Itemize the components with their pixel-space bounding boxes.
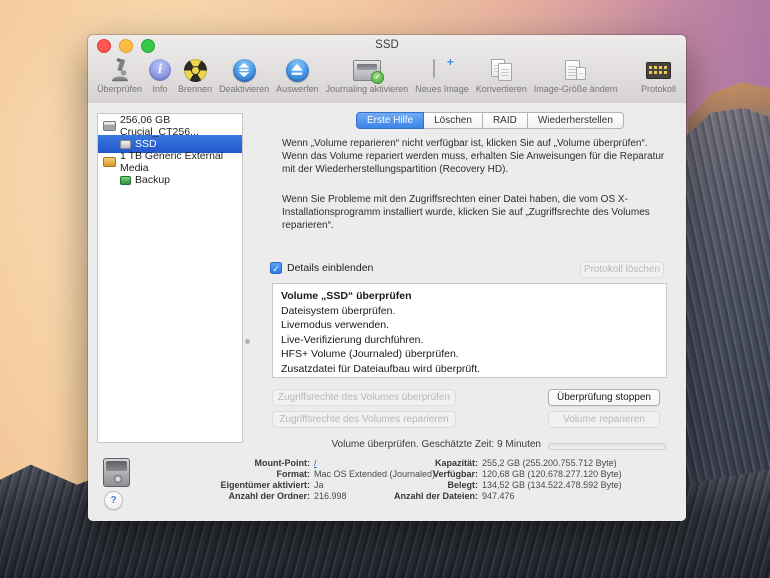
info-row-available: Verfügbar: 120,68 GB (120.678.277.120 By… <box>328 468 622 479</box>
log-line: Live-Verifizierung durchführen. <box>281 333 424 346</box>
toolbar-label: Image-Größe ändern <box>533 84 618 94</box>
repair-permissions-button[interactable]: Zugriffsrechte des Volumes reparieren <box>272 411 456 428</box>
log-line: HFS+ Volume (Journaled) überprüfen. <box>281 348 459 360</box>
toolbar: Überprüfen i Info Brennen Deaktivieren A… <box>88 55 686 102</box>
resize-image-toolbar-button[interactable]: Image-Größe ändern <box>534 57 618 94</box>
info-value: 120,68 GB (120.678.277.120 Byte) <box>482 468 622 479</box>
convert-icon <box>489 57 513 83</box>
info-label: Belegt: <box>447 479 478 490</box>
toolbar-label: Überprüfen <box>97 84 143 94</box>
toolbar-label: Protokoll <box>640 84 676 94</box>
toolbar-label: Neues Image <box>415 84 469 94</box>
toolbar-label: Auswerfen <box>276 84 319 94</box>
enable-journaling-icon: ✓ <box>352 57 384 84</box>
info-value: 255,2 GB (255.200.755.712 Byte) <box>482 457 617 468</box>
window-title: SSD <box>375 39 399 51</box>
convert-toolbar-button[interactable]: Konvertieren <box>476 57 527 94</box>
show-details-row: ✓ Details einblenden <box>270 262 373 274</box>
info-row-capacity: Kapazität: 255,2 GB (255.200.755.712 Byt… <box>328 457 622 468</box>
repair-volume-button[interactable]: Volume reparieren <box>548 411 660 428</box>
tab-bar: Erste Hilfe Löschen RAID Wiederherstelle… <box>356 112 624 129</box>
info-label: Kapazität: <box>434 457 478 468</box>
log-line: Volume „SSD“ überprüfen <box>281 290 412 302</box>
unmount-toolbar-button[interactable]: Deaktivieren <box>219 57 269 94</box>
info-label: Verfügbar: <box>432 468 478 479</box>
help-button[interactable]: ? <box>104 491 123 510</box>
info-icon: i <box>149 57 172 83</box>
toolbar-label: Journaling aktivieren <box>325 84 409 94</box>
sidebar-item-label: Backup <box>135 174 171 186</box>
info-value: 134,52 GB (134.522.478.592 Byte) <box>482 479 622 490</box>
tab-loeschen[interactable]: Löschen <box>424 112 483 129</box>
toolbar-label: Info <box>152 84 168 94</box>
info-label: Mount-Point: <box>254 457 310 468</box>
resize-image-icon <box>564 57 588 83</box>
log-line: Dateisystem überprüfen. <box>281 304 396 317</box>
microscope-icon <box>110 57 130 83</box>
disk-utility-window: SSD Überprüfen i Info Brennen Deaktivier… <box>88 35 686 521</box>
tab-wiederherstellen[interactable]: Wiederherstellen <box>527 112 624 129</box>
internal-disk-icon <box>103 121 116 131</box>
tab-raid[interactable]: RAID <box>482 112 528 129</box>
info-row-used: Belegt: 134,52 GB (134.522.478.592 Byte) <box>328 479 622 490</box>
mount-point-link[interactable]: / <box>314 458 317 468</box>
unmount-icon <box>232 57 256 83</box>
sidebar-item-label: SSD <box>135 138 157 150</box>
tab-erste-hilfe[interactable]: Erste Hilfe <box>356 112 425 129</box>
device-sidebar: 256,06 GB Crucial_CT256... SSD 1 TB Gene… <box>97 113 243 443</box>
burn-icon <box>183 57 207 83</box>
info-label: Eigentümer aktiviert: <box>220 479 310 490</box>
log-line: Livemodus verwenden. <box>281 319 389 331</box>
progress-bar <box>548 443 666 450</box>
toolbar-label: Konvertieren <box>475 84 527 94</box>
log-icon <box>645 57 671 83</box>
info-toolbar-button[interactable]: i Info <box>149 57 172 94</box>
selected-volume-icon <box>103 458 130 487</box>
window-chrome: SSD Überprüfen i Info Brennen Deaktivier… <box>88 35 686 104</box>
backup-volume-icon <box>120 175 131 185</box>
info-value: Ja <box>314 479 324 490</box>
log-toolbar-button[interactable]: Protokoll <box>641 57 676 94</box>
toolbar-label: Brennen <box>178 84 213 94</box>
pane-splitter-handle[interactable] <box>245 339 250 344</box>
info-label: Anzahl der Ordner: <box>228 490 310 501</box>
info-row-file-count: Anzahl der Dateien: 947.476 <box>328 490 622 501</box>
info-value: 947.476 <box>482 490 515 501</box>
sidebar-item-label: 256,06 GB Crucial_CT256... <box>120 114 199 138</box>
volume-info-right: Kapazität: 255,2 GB (255.200.755.712 Byt… <box>328 457 622 501</box>
volume-icon <box>120 139 131 149</box>
external-disk-icon <box>103 157 116 167</box>
log-line: Zusatzdatei für Dateiaufbau wird überprü… <box>281 362 481 375</box>
show-details-label: Details einblenden <box>287 262 374 274</box>
sidebar-item-internal-disk[interactable]: 256,06 GB Crucial_CT256... <box>98 114 242 138</box>
show-details-checkbox[interactable]: ✓ <box>270 262 282 274</box>
new-image-icon: + <box>432 55 454 83</box>
first-aid-paragraph-2: Wenn Sie Probleme mit den Zugriffsrechte… <box>282 194 650 231</box>
clear-log-button[interactable]: Protokoll löschen <box>580 261 664 278</box>
info-label: Anzahl der Dateien: <box>393 490 478 501</box>
new-image-toolbar-button[interactable]: + Neues Image <box>415 55 469 94</box>
sidebar-item-external-disk[interactable]: 1 TB Generic External Media <box>98 150 242 174</box>
eject-toolbar-button[interactable]: Auswerfen <box>276 57 319 94</box>
sidebar-item-label: 1 TB Generic External Media <box>120 150 224 174</box>
main-content: 256,06 GB Crucial_CT256... SSD 1 TB Gene… <box>88 103 686 521</box>
verify-toolbar-button[interactable]: Überprüfen <box>97 57 142 94</box>
enable-journaling-toolbar-button[interactable]: ✓ Journaling aktivieren <box>325 57 409 94</box>
stop-verification-button[interactable]: Überprüfung stoppen <box>548 389 660 406</box>
info-label: Format: <box>276 468 311 479</box>
verify-permissions-button[interactable]: Zugriffsrechte des Volumes überprüfen <box>272 389 456 406</box>
eject-icon <box>285 57 309 83</box>
status-text: Volume überprüfen. Geschätzte Zeit: 9 Mi… <box>331 439 541 450</box>
first-aid-paragraph-1: Wenn „Volume reparieren“ nicht verfügbar… <box>282 138 665 175</box>
burn-toolbar-button[interactable]: Brennen <box>178 57 212 94</box>
toolbar-label: Deaktivieren <box>219 84 270 94</box>
verification-log[interactable]: Volume „SSD“ überprüfen Dateisystem über… <box>272 283 667 378</box>
